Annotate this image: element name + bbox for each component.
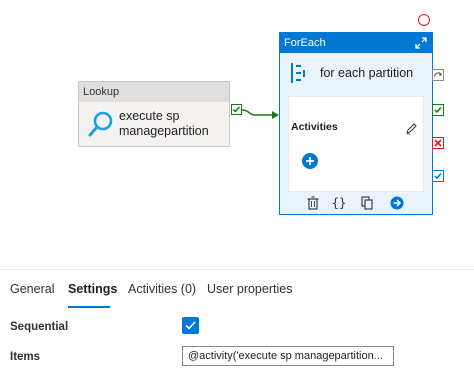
items-input[interactable]: @activity('execute sp managepartition... [182, 346, 394, 366]
active-tab-indicator [68, 306, 110, 308]
svg-text:{}: {} [332, 196, 346, 210]
skipped-output-icon[interactable] [432, 69, 444, 81]
foreach-icon [291, 63, 305, 83]
plus-icon [306, 157, 314, 165]
sequential-label: Sequential [10, 321, 69, 333]
activities-label: Activities [291, 121, 338, 133]
foreach-type-label: ForEach [284, 37, 326, 49]
activities-panel[interactable]: Activities [288, 96, 424, 192]
copy-icon[interactable] [360, 196, 374, 210]
properties-tabs: General Settings Activities (0) User pro… [0, 270, 474, 308]
checkmark-icon [185, 321, 196, 330]
foreach-header: ForEach [280, 33, 432, 53]
delete-icon[interactable] [306, 196, 320, 210]
add-activity-button[interactable] [302, 153, 318, 169]
failure-output-icon[interactable] [432, 137, 444, 149]
validation-error-indicator[interactable] [418, 14, 430, 26]
go-to-activity-icon[interactable] [390, 196, 404, 210]
foreach-activity[interactable]: ForEach for each partition Activities {} [279, 32, 433, 215]
edit-icon[interactable] [405, 123, 417, 135]
items-label: Items [10, 351, 41, 363]
tab-user-properties[interactable]: User properties [207, 282, 292, 296]
success-output-icon[interactable] [432, 104, 444, 116]
tab-settings[interactable]: Settings [68, 282, 117, 296]
completion-output-icon[interactable] [432, 170, 444, 182]
tab-general[interactable]: General [10, 282, 54, 296]
pipeline-canvas[interactable]: Lookup execute sp managepartition ForEac… [0, 0, 474, 268]
foreach-activity-name: for each partition [320, 66, 414, 80]
code-icon[interactable]: {} [332, 196, 346, 210]
sequential-checkbox[interactable] [182, 317, 199, 334]
tab-activities[interactable]: Activities (0) [128, 282, 196, 296]
expand-icon[interactable] [414, 36, 428, 50]
